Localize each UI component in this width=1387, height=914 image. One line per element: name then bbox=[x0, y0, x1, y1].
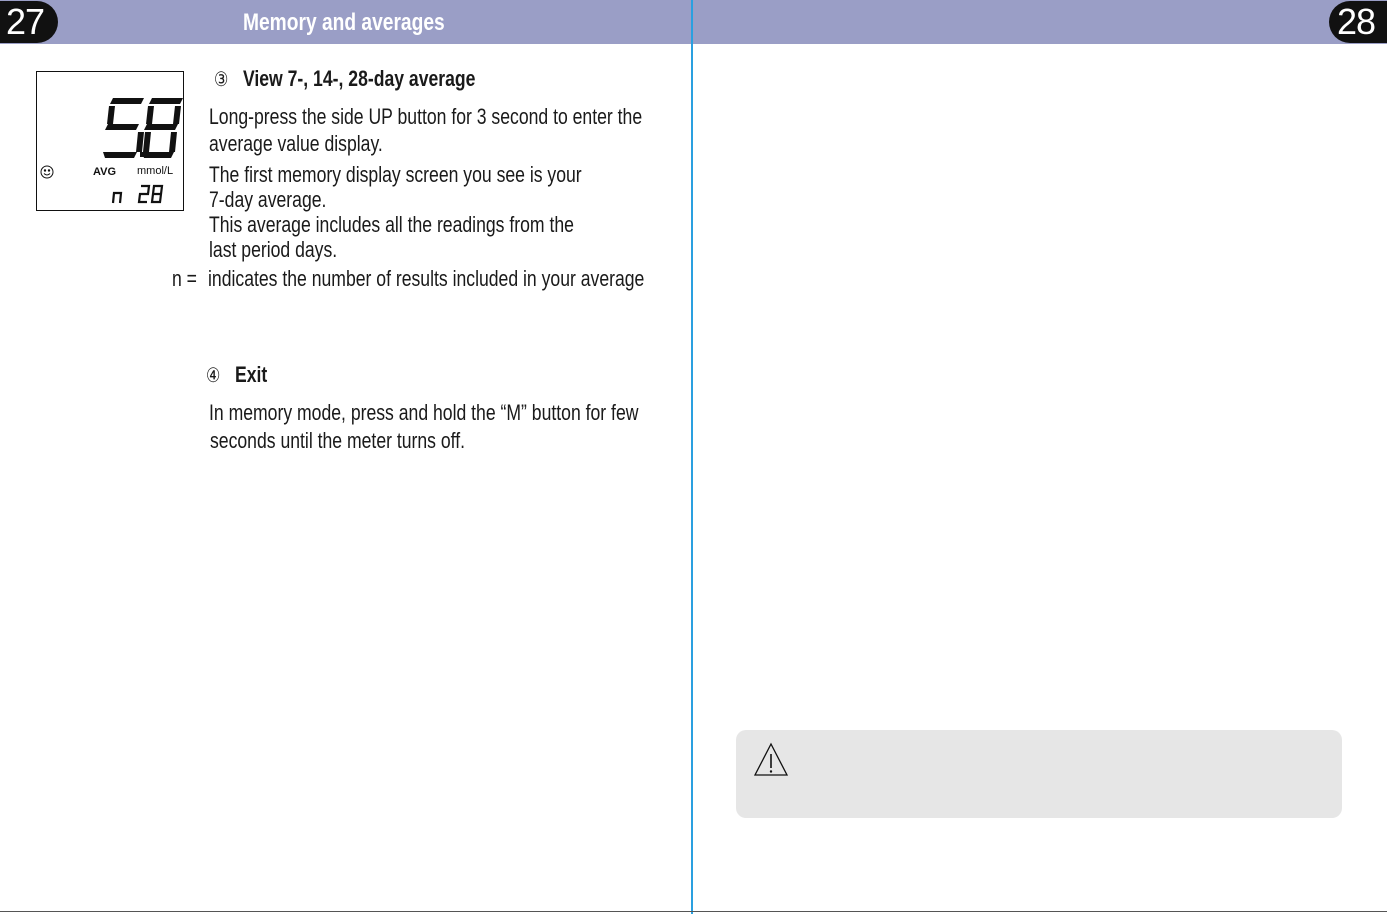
section-3-heading: ③ View 7-, 14-, 28-day average bbox=[214, 66, 475, 92]
unit-label: mmol/L bbox=[137, 165, 174, 177]
left-page-number: 27 bbox=[0, 1, 58, 43]
section-4-title: Exit bbox=[234, 362, 268, 387]
page-title: Memory and averages bbox=[243, 9, 445, 36]
warning-triangle-icon bbox=[754, 742, 789, 776]
section-3-title: View 7-, 14-, 28-day average bbox=[242, 66, 476, 91]
section-4-line-1: In memory mode, press and hold the “M” b… bbox=[209, 400, 639, 425]
header-band bbox=[0, 0, 1387, 44]
page-divider bbox=[691, 0, 693, 914]
lcd-digit-5 bbox=[103, 98, 144, 158]
lcd-small-28 bbox=[137, 184, 164, 204]
section-3-line-5: This average includes all the readings f… bbox=[209, 212, 574, 237]
n-explanation: indicates the number of results included… bbox=[208, 266, 645, 291]
avg-label: AVG bbox=[93, 166, 117, 178]
section-3-number: ③ bbox=[214, 67, 229, 91]
section-3-line-2: average value display. bbox=[209, 131, 383, 156]
section-4-heading: ④ Exit bbox=[206, 362, 267, 388]
section-3-line-1: Long-press the side UP button for 3 seco… bbox=[209, 104, 643, 129]
right-page-number: 28 bbox=[1329, 1, 1387, 43]
section-3-line-6: last period days. bbox=[209, 237, 338, 262]
section-4-line-2: seconds until the meter turns off. bbox=[210, 428, 466, 453]
section-4-number: ④ bbox=[206, 363, 221, 387]
smiley-face-icon bbox=[40, 165, 54, 179]
bottom-rule bbox=[0, 911, 1387, 912]
lcd-small-n bbox=[111, 191, 123, 204]
n-equals-label: n = bbox=[172, 266, 197, 291]
section-3-line-4: 7-day average. bbox=[209, 187, 327, 212]
meter-display: AVG mmol/L bbox=[36, 71, 184, 211]
lcd-digit-8 bbox=[142, 98, 183, 158]
caution-note-box bbox=[736, 730, 1342, 818]
section-3-line-3: The first memory display screen you see … bbox=[209, 162, 582, 187]
lcd-digits-graphic bbox=[40, 98, 183, 204]
